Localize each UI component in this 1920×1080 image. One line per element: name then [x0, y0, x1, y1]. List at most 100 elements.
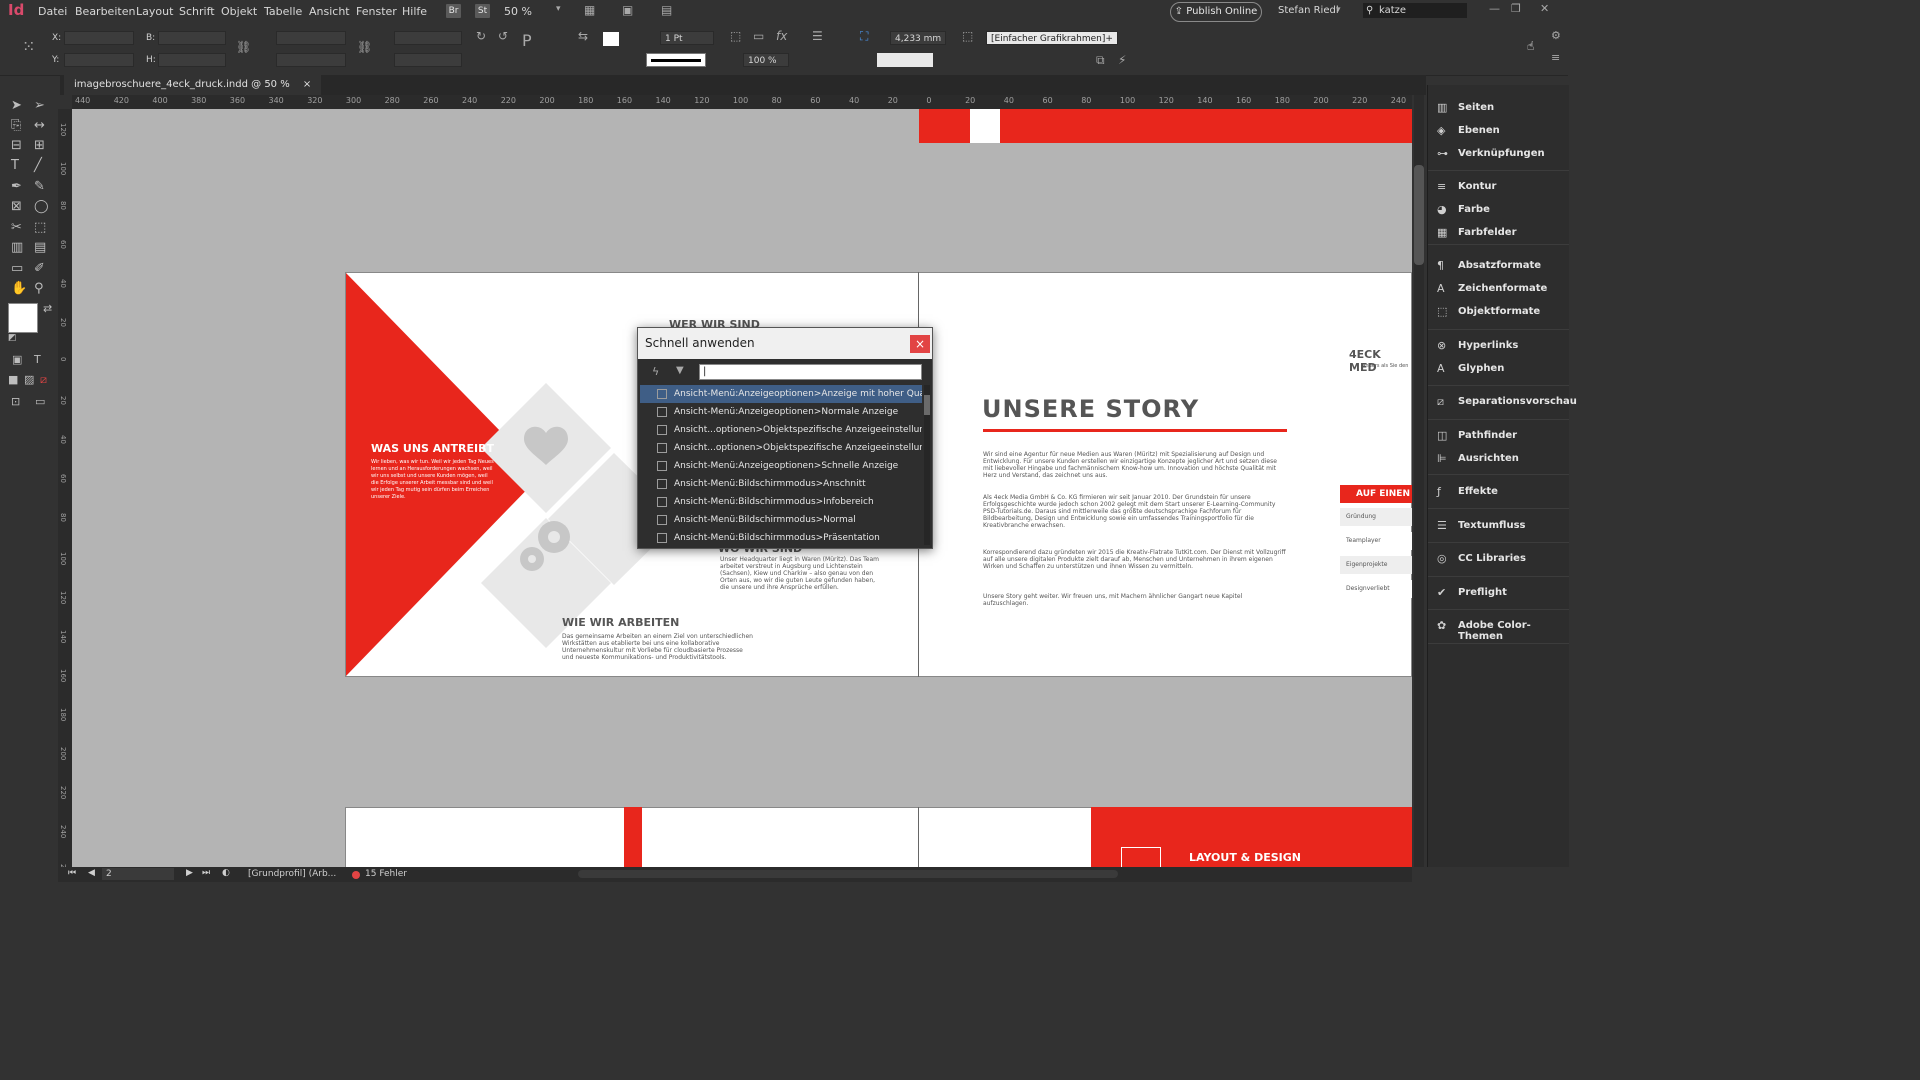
content-collector-icon[interactable]: ⊟ [11, 138, 22, 153]
menu-bearbeiten[interactable]: Bearbeiten [75, 5, 135, 18]
panel-adobe-color-themen[interactable]: Adobe Color-Themen [1458, 620, 1569, 642]
panel-pathfinder[interactable]: Pathfinder [1458, 430, 1517, 441]
fill-stroke-swatch[interactable] [8, 303, 38, 333]
reference-point-icon[interactable]: ⁙ [22, 37, 35, 56]
y-field[interactable] [64, 53, 134, 67]
normal-mode-icon[interactable]: ⊡ [11, 395, 20, 408]
preflight-errors[interactable]: 15 Fehler [365, 869, 407, 879]
scale-y-field[interactable] [276, 53, 346, 67]
prev-page-icon[interactable]: ◀ [88, 868, 95, 878]
offset-field[interactable]: 4,233 mm [890, 31, 946, 45]
frame-icon[interactable]: ▭ [753, 29, 764, 43]
panel-effekte[interactable]: Effekte [1458, 486, 1498, 497]
quick-style-icon[interactable]: ⚡ [1118, 53, 1126, 67]
canvas-horizontal-scrollbar[interactable] [578, 870, 1118, 878]
quick-apply-item[interactable]: Ansicht-Menü:Anzeigeoptionen>Schnelle An… [640, 457, 922, 475]
eyedropper-tool-icon[interactable]: ✐ [34, 261, 45, 276]
rotation-field[interactable] [394, 31, 462, 45]
quick-apply-item[interactable]: Ansicht-Menü:Anzeigeoptionen>Anzeige mit… [640, 385, 922, 403]
panel-ausrichten[interactable]: Ausrichten [1458, 453, 1519, 464]
format-container-icon[interactable]: ▣ [12, 353, 22, 366]
panel-cc-libraries[interactable]: CC Libraries [1458, 553, 1526, 564]
content-placer-icon[interactable]: ⊞ [34, 138, 45, 153]
zoom-tool-icon[interactable]: ⚲ [34, 281, 44, 296]
close-window-icon[interactable]: ✕ [1540, 2, 1549, 15]
panel-seiten[interactable]: Seiten [1458, 102, 1494, 113]
restore-icon[interactable]: ❐ [1511, 2, 1521, 15]
apply-color-icon[interactable]: ■ [8, 373, 18, 386]
lightning-icon[interactable]: ϟ [652, 365, 659, 378]
screen-mode-icon[interactable]: ▣ [622, 3, 633, 17]
pencil-tool-icon[interactable]: ✎ [34, 179, 45, 194]
path-type-icon[interactable]: P [522, 31, 532, 50]
menu-hilfe[interactable]: Hilfe [402, 5, 427, 18]
panel-menu-icon[interactable]: ≡ [1551, 51, 1560, 64]
quick-apply-item[interactable]: Ansicht-Menü:Bildschirmmodus>Anschnitt [640, 475, 922, 493]
panel-farbe[interactable]: Farbe [1458, 204, 1490, 215]
format-text-icon[interactable]: T [34, 353, 41, 366]
x-field[interactable] [64, 31, 134, 45]
page-tool-icon[interactable]: ⎘ [11, 118, 21, 133]
gradient-tool-icon[interactable]: ▥ [11, 240, 23, 255]
shear-field[interactable] [394, 53, 462, 67]
rotate-icon[interactable]: ↻ [476, 29, 486, 43]
panel-zeichenformate[interactable]: Zeichenformate [1458, 283, 1547, 294]
search-input[interactable]: ⚲ katze [1363, 3, 1467, 18]
constrain-proportions-icon[interactable]: ⛓ [236, 40, 251, 54]
panel-ebenen[interactable]: Ebenen [1458, 125, 1500, 136]
menu-layout[interactable]: Layout [136, 5, 173, 18]
stroke-weight-field[interactable]: 1 Pt [660, 31, 714, 45]
zoom-level[interactable]: 50 % [504, 5, 532, 18]
panel-hyperlinks[interactable]: Hyperlinks [1458, 340, 1518, 351]
object-style-icon[interactable]: ⬚ [962, 29, 973, 43]
selection-tool-icon[interactable]: ➤ [11, 98, 22, 113]
chevron-down-icon[interactable]: ▾ [1336, 5, 1341, 15]
menu-ansicht[interactable]: Ansicht [309, 5, 350, 18]
height-field[interactable] [158, 53, 226, 67]
swap-colors-icon[interactable]: ⇄ [43, 302, 52, 315]
opacity-field[interactable]: 100 % [743, 53, 789, 67]
apply-none-icon[interactable]: ⧄ [40, 373, 47, 387]
frame-fitting-icon[interactable]: ⬚ [730, 29, 741, 43]
dialog-scrollbar-thumb[interactable] [924, 395, 930, 415]
first-page-icon[interactable]: ⏮ [68, 868, 76, 878]
gradient-feather-tool-icon[interactable]: ▤ [34, 240, 46, 255]
quick-apply-item[interactable]: Ansicht...optionen>Objektspezifische Anz… [640, 421, 922, 439]
free-transform-tool-icon[interactable]: ⬚ [34, 220, 46, 235]
preview-icon[interactable]: ◐ [222, 868, 230, 878]
chevron-down-icon[interactable]: ▾ [556, 4, 561, 14]
minimize-icon[interactable]: — [1489, 2, 1500, 15]
canvas-vertical-scrollbar[interactable] [1414, 95, 1424, 867]
panel-kontur[interactable]: Kontur [1458, 181, 1496, 192]
arrange-documents-icon[interactable]: ▤ [661, 3, 672, 17]
last-page-icon[interactable]: ⏭ [202, 868, 210, 878]
panel-verkn-pfungen[interactable]: Verknüpfungen [1458, 148, 1545, 159]
quick-apply-item[interactable]: Ansicht-Menü:Bildschirmmodus>Infobereich [640, 493, 922, 511]
menu-tabelle[interactable]: Tabelle [264, 5, 302, 18]
hand-tool-icon[interactable]: ✋ [11, 281, 27, 296]
auto-fit-icon[interactable]: ⛶ [860, 29, 868, 44]
panel-objektformate[interactable]: Objektformate [1458, 306, 1540, 317]
line-tool-icon[interactable]: ╱ [34, 158, 42, 173]
dialog-close-button[interactable]: × [910, 335, 930, 353]
quick-apply-item[interactable]: Ansicht...optionen>Objektspezifische Anz… [640, 439, 922, 457]
quick-apply-item[interactable]: Ansicht-Menü:Bildschirmmodus>Präsentatio… [640, 529, 922, 547]
gap-tool-icon[interactable]: ↔ [34, 118, 45, 133]
clear-overrides-icon[interactable]: ⧉ [1096, 53, 1105, 68]
stroke-type-select[interactable] [646, 53, 706, 67]
dialog-scrollbar[interactable] [924, 385, 930, 545]
object-style-select[interactable]: [Einfacher Grafikrahmen]+ [986, 31, 1118, 45]
rotate-ccw-icon[interactable]: ↺ [498, 29, 508, 43]
apply-gradient-icon[interactable]: ▨ [24, 373, 34, 386]
publish-online-button[interactable]: ⇪ Publish Online [1170, 2, 1262, 22]
document-tab[interactable]: imagebroschuere_4eck_druck.indd @ 50 % × [64, 75, 322, 95]
link-scale-icon[interactable]: ⛓ [357, 40, 372, 54]
profile-select[interactable]: [Grundprofil] (Arb... [248, 869, 336, 879]
user-menu[interactable]: Stefan Riedl [1278, 5, 1339, 16]
quick-apply-item[interactable]: Ansicht-Menü:Anzeigeoptionen>Normale Anz… [640, 403, 922, 421]
text-wrap-icon[interactable]: ☰ [812, 29, 823, 43]
type-tool-icon[interactable]: T [11, 158, 19, 173]
panel-farbfelder[interactable]: Farbfelder [1458, 227, 1517, 238]
gear-icon[interactable]: ⚙ [1551, 29, 1561, 42]
chevron-down-icon[interactable]: ▼ [676, 365, 684, 376]
